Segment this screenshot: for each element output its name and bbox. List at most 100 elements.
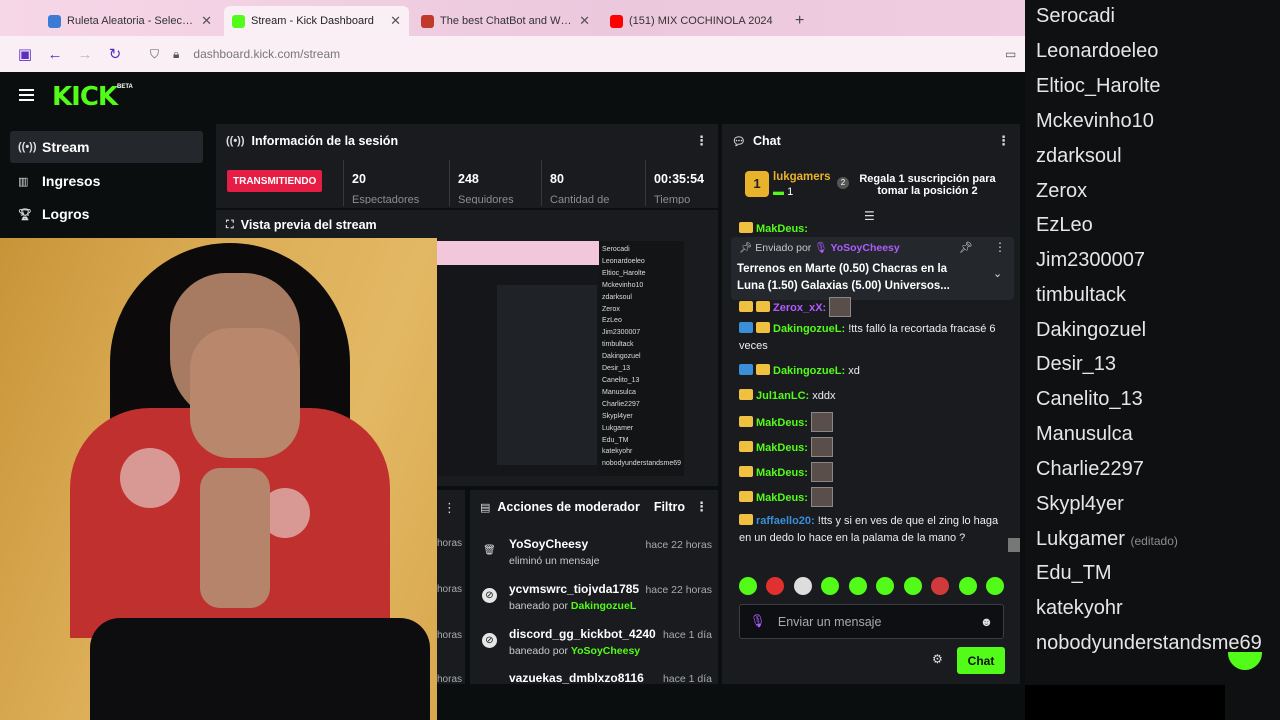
- emote-image: [811, 412, 834, 432]
- kebab-menu-icon[interactable]: ⋮: [695, 499, 708, 515]
- chat-message: MakDeus:: [739, 487, 1009, 507]
- overlay-name-list: Serocadi Leonardoeleo Eltioc_Harolte Mck…: [1025, 0, 1280, 720]
- mod-action-by[interactable]: DakingozueL: [571, 600, 636, 612]
- sub-badge-icon: [739, 514, 753, 525]
- gift-prompt[interactable]: Regala 1 suscripción para tomar la posic…: [855, 173, 1000, 197]
- overlay-name: Desir_13: [1036, 353, 1117, 375]
- gift-badge-icon: [756, 301, 770, 312]
- sub-badge-icon: [739, 416, 753, 427]
- stat-label: Espectadores: [352, 194, 420, 204]
- preview-name: Desir_13: [602, 365, 631, 373]
- moderator-badge-icon: [739, 364, 753, 375]
- overlay-name: Jim2300007: [1036, 249, 1145, 271]
- chat-user[interactable]: raffaello20:: [756, 515, 815, 527]
- preview-name: timbultack: [602, 341, 634, 349]
- kick-logo[interactable]: KICK: [52, 82, 118, 112]
- gear-icon[interactable]: ⚙: [932, 652, 943, 666]
- preview-name: nobodyunderstandsme69: [602, 460, 682, 468]
- sidebar-item-ingresos[interactable]: ▥ Ingresos: [10, 165, 203, 197]
- emote-icon[interactable]: [903, 577, 922, 595]
- chat-user[interactable]: MakDeus:: [756, 467, 808, 479]
- mod-action-row[interactable]: ⊘ ycvmswrc_tiojvda1785 hace 22 horas ban…: [482, 582, 712, 622]
- overlay-name: Dakingozuel: [1036, 319, 1147, 341]
- kebab-menu-icon[interactable]: ⋮: [443, 500, 456, 516]
- pinned-message[interactable]: 📌︎ Enviado por 🎙︎ YoSoyCheesy 📌︎ ⋮ Terre…: [731, 237, 1014, 300]
- gift-icon: ▬: [773, 186, 788, 198]
- stat-time: 00:35:54 Tiempo: [645, 160, 718, 206]
- reader-icon[interactable]: ▭: [1005, 47, 1025, 61]
- tab-label: Ruleta Aleatoria - Selector Persona: [67, 15, 195, 27]
- sidebar-toggle-icon[interactable]: ▣: [10, 45, 40, 63]
- emote-icon[interactable]: [793, 577, 812, 595]
- emoji-icon[interactable]: ☻: [980, 615, 993, 629]
- send-chat-button[interactable]: Chat: [957, 647, 1005, 674]
- emote-icon[interactable]: [876, 577, 895, 595]
- mod-action-row[interactable]: vazuekas_dmblxzo8116 hace 1 día: [482, 671, 712, 684]
- broadcast-icon: ((•)): [226, 135, 245, 147]
- emote-icon[interactable]: [848, 577, 867, 595]
- mod-action-row[interactable]: ⊘ discord_gg_kickbot_4240 hace 1 día ban…: [482, 627, 712, 667]
- overlay-footer: [1025, 685, 1225, 720]
- reload-icon[interactable]: ↻: [100, 45, 130, 63]
- browser-tab[interactable]: Ruleta Aleatoria - Selector Persona ✕: [40, 6, 220, 36]
- preview-name: Canelito_13: [602, 376, 640, 384]
- url-field[interactable]: ⛉ 🔒︎ dashboard.kick.com/stream: [150, 41, 1005, 67]
- mod-action-desc: baneado por DakingozueL: [509, 600, 636, 612]
- preview-name: Dakingozuel: [602, 353, 641, 361]
- emote-icon[interactable]: [985, 577, 1004, 595]
- close-icon[interactable]: ✕: [579, 13, 590, 29]
- emote-icon[interactable]: [931, 577, 950, 595]
- webcam-torso: [200, 468, 270, 608]
- top-user[interactable]: lukgamers: [773, 171, 831, 183]
- unpin-icon[interactable]: 📌︎: [959, 241, 973, 254]
- chat-text: xd: [848, 365, 860, 377]
- kebab-menu-icon[interactable]: ⋮: [994, 240, 1006, 254]
- forward-icon[interactable]: →: [70, 46, 100, 63]
- preview-name: Lukgamer: [602, 424, 634, 432]
- kebab-menu-icon[interactable]: ⋮: [695, 133, 708, 149]
- chat-user[interactable]: DakingozueL:: [773, 323, 845, 335]
- overlay-name: zdarksoul: [1036, 145, 1122, 167]
- new-tab-icon[interactable]: +: [795, 6, 804, 36]
- chat-user[interactable]: MakDeus:: [756, 417, 808, 429]
- mod-action-row[interactable]: 🗑︎ YoSoyCheesy hace 22 horas eliminó un …: [482, 537, 712, 577]
- mod-action-by[interactable]: YoSoyCheesy: [571, 645, 640, 657]
- close-icon[interactable]: ✕: [201, 13, 212, 29]
- side-time: horas: [437, 674, 463, 685]
- overlay-name: Canelito_13: [1036, 388, 1143, 410]
- chevron-down-icon[interactable]: ⌄: [993, 267, 1002, 280]
- emote-icon[interactable]: [958, 577, 977, 595]
- kebab-menu-icon[interactable]: ⋮: [997, 133, 1010, 149]
- overlay-name: Skypl4yer: [1036, 493, 1124, 515]
- menu-icon[interactable]: [19, 89, 34, 101]
- close-icon[interactable]: ✕: [390, 13, 401, 29]
- preview-name: katekyohr: [602, 448, 633, 456]
- browser-tab[interactable]: The best ChatBot and Widgets ✕: [413, 6, 598, 36]
- pinned-by[interactable]: YoSoyCheesy: [830, 242, 899, 254]
- emote-icon[interactable]: [739, 577, 757, 595]
- back-icon[interactable]: ←: [40, 46, 70, 63]
- chat-user[interactable]: MakDeus:: [756, 492, 808, 504]
- stat-value: 00:35:54: [654, 172, 705, 186]
- chat-scrollbar[interactable]: [1008, 538, 1020, 552]
- filter-button[interactable]: Filtro: [654, 500, 685, 514]
- chat-user[interactable]: Zerox_xX:: [773, 302, 826, 314]
- chat-user[interactable]: DakingozueL:: [773, 365, 845, 377]
- roulette-favicon-icon: [48, 14, 61, 28]
- emote-icon[interactable]: [766, 577, 785, 595]
- chat-user[interactable]: MakDeus:: [756, 442, 808, 454]
- chat-user[interactable]: Jul1anLC:: [756, 390, 809, 402]
- shield-icon: ⛉: [150, 46, 160, 61]
- chat-user[interactable]: MakDeus:: [756, 223, 808, 233]
- browser-tab-active[interactable]: Stream - Kick Dashboard ✕: [224, 6, 409, 36]
- preview-name: Jim2300007: [602, 329, 641, 337]
- emote-icon[interactable]: [821, 577, 840, 595]
- chat-message: MakDeus:: [739, 412, 1009, 432]
- overlay-name: Lukgamer (editado): [1036, 528, 1178, 551]
- chat-input[interactable]: 🎙︎ Enviar un mensaje ☻: [739, 604, 1004, 639]
- sidebar-item-stream[interactable]: ((•)) Stream: [10, 131, 203, 163]
- mod-action-user: vazuekas_dmblxzo8116: [509, 671, 644, 684]
- sidebar-item-logros[interactable]: 🏆︎ Logros: [10, 198, 203, 230]
- browser-tab[interactable]: (151) MIX COCHINOLA 2024: [602, 6, 787, 36]
- mod-action-user: ycvmswrc_tiojvda1785: [509, 582, 640, 596]
